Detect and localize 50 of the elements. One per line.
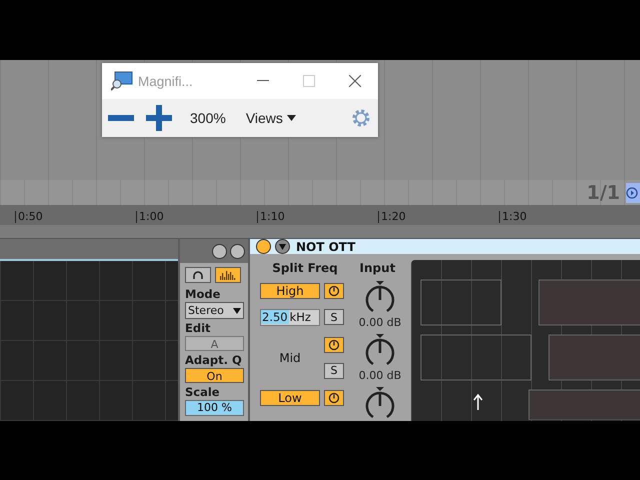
time-label: 1:00 [136, 211, 257, 223]
dropdown-arrow-icon [286, 115, 296, 121]
zoom-level: 300% [190, 110, 226, 126]
scale-field[interactable]: 100 % [185, 400, 244, 416]
magnifier-icon [111, 71, 133, 91]
band-power-button[interactable] [324, 336, 344, 352]
solo-button[interactable]: S [324, 309, 344, 326]
band-power-button[interactable] [324, 283, 344, 300]
band-power-button[interactable] [324, 390, 344, 406]
time-label: 1:10 [257, 211, 378, 223]
band-button[interactable]: Low [260, 390, 320, 406]
band-label: Mid [278, 350, 302, 364]
frequency-field[interactable]: 2.50 kHz [260, 308, 320, 326]
gain-value: 0.00 dB [358, 369, 402, 382]
minus-icon [108, 115, 134, 121]
maximize-icon [303, 75, 315, 87]
adaptive-q-label: Adapt. Q [185, 354, 243, 367]
edit-label: Edit [185, 322, 212, 335]
scale-label: Scale [185, 386, 221, 399]
spectrum-icon [219, 270, 237, 280]
time-label: 1:20 [378, 211, 499, 223]
loop-counter: 1/1 [586, 182, 620, 204]
dropdown-arrow-icon [233, 308, 241, 314]
mode-label: Mode [185, 288, 222, 301]
device-power-button[interactable] [256, 239, 271, 254]
time-label: 0:50 [15, 211, 136, 223]
window-title: Magnifi... [138, 74, 193, 88]
adaptive-q-toggle[interactable]: On [185, 368, 244, 383]
band-button[interactable]: High [260, 283, 320, 300]
minimize-icon [257, 80, 269, 82]
power-icon [327, 391, 341, 406]
headphones-icon [192, 270, 204, 280]
spectrum-button[interactable] [215, 267, 241, 283]
play-icon [626, 186, 638, 198]
input-label: Input [358, 261, 396, 275]
headphones-button[interactable] [185, 267, 211, 283]
solo-button[interactable]: S [324, 362, 344, 378]
power-icon [327, 284, 341, 298]
plus-icon [146, 105, 172, 131]
mode-dropdown[interactable]: Stereo [185, 302, 244, 319]
views-menu[interactable]: Views [246, 110, 296, 126]
collapse-icon[interactable] [275, 239, 290, 254]
time-label: 1:30 [499, 211, 620, 223]
close-icon [349, 75, 361, 87]
split-freq-label: Split Freq [271, 261, 339, 275]
zoom-in-button[interactable] [146, 105, 172, 131]
power-icon [327, 338, 341, 352]
gain-value: 0.00 dB [358, 316, 402, 329]
follow-button[interactable] [626, 182, 640, 202]
device-title: NOT OTT [296, 240, 356, 254]
